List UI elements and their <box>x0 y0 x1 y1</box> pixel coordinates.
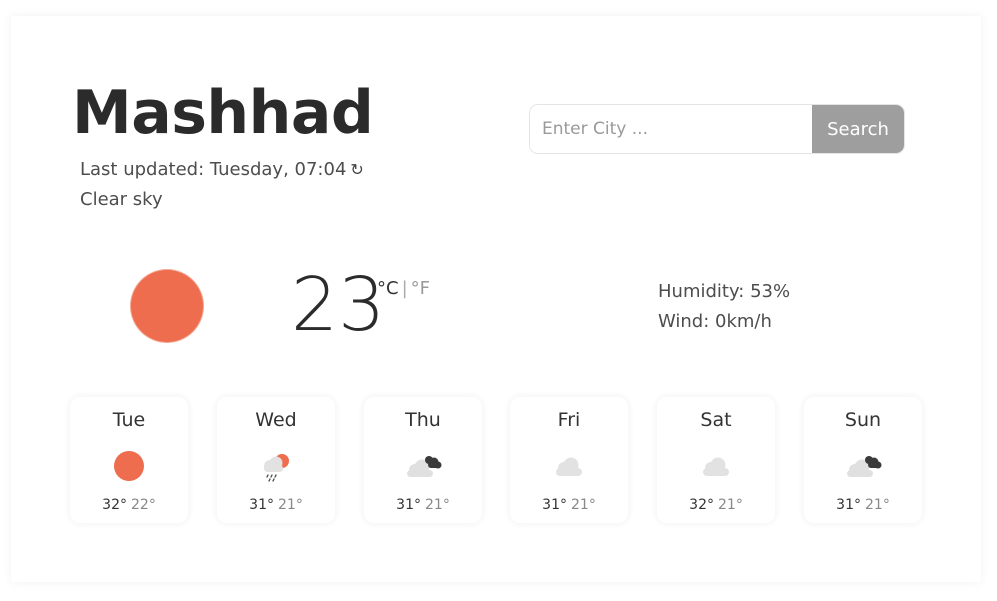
search-form: Search <box>529 104 905 154</box>
forecast-high: 31° <box>542 497 567 513</box>
cloud-icon <box>703 457 729 476</box>
city-name: Mashhad <box>72 78 374 148</box>
forecast-low: 21° <box>865 497 890 513</box>
forecast-high: 31° <box>396 497 421 513</box>
forecast-day: Tue 32° 22° <box>70 397 188 523</box>
weather-stats: Humidity: 53% Wind: 0km/h <box>658 281 790 341</box>
forecast-list: Tue 32° 22° Wed 31° 21° Thu 31° 21° Fri … <box>70 397 930 525</box>
forecast-low: 21° <box>571 497 596 513</box>
rain-sun-icon <box>264 454 289 482</box>
search-button[interactable]: Search <box>812 105 904 153</box>
forecast-day: Fri 31° 21° <box>510 397 628 523</box>
forecast-temps: 31° 21° <box>804 497 922 513</box>
forecast-day-name: Sat <box>700 409 732 431</box>
sun-icon <box>114 451 144 481</box>
forecast-temps: 32° 21° <box>657 497 775 513</box>
fahrenheit-link[interactable]: °F <box>411 278 430 299</box>
forecast-day-name: Wed <box>255 409 297 431</box>
forecast-day: Thu 31° 21° <box>364 397 482 523</box>
forecast-day-name: Fri <box>557 409 581 431</box>
forecast-temps: 31° 21° <box>510 497 628 513</box>
forecast-low: 22° <box>131 497 156 513</box>
wind: Wind: 0km/h <box>658 311 772 332</box>
forecast-day: Sat 32° 21° <box>657 397 775 523</box>
last-updated-text: Last updated: Tuesday, 07:04 <box>80 159 347 180</box>
forecast-high: 31° <box>249 497 274 513</box>
forecast-low: 21° <box>425 497 450 513</box>
forecast-day-name: Tue <box>112 409 146 431</box>
cloud-icon <box>556 457 582 476</box>
broken-clouds-icon <box>407 456 442 477</box>
unit-separator: | <box>401 278 408 299</box>
last-updated: Last updated: Tuesday, 07:04 ↻ <box>80 159 364 180</box>
forecast-temps: 32° 22° <box>70 497 188 513</box>
forecast-high: 32° <box>102 497 127 513</box>
forecast-temps: 31° 21° <box>364 497 482 513</box>
weather-card: Mashhad Last updated: Tuesday, 07:04 ↻ Cl… <box>11 16 981 582</box>
forecast-low: 21° <box>278 497 303 513</box>
sun-icon <box>131 270 203 342</box>
forecast-temps: 31° 21° <box>217 497 335 513</box>
unit-toggle: °C | °F <box>377 278 430 299</box>
forecast-low: 21° <box>718 497 743 513</box>
celsius-link[interactable]: °C <box>377 278 399 299</box>
forecast-day: Sun 31° 21° <box>804 397 922 523</box>
current-temperature: 23 <box>291 262 386 348</box>
humidity: Humidity: 53% <box>658 281 791 302</box>
forecast-day: Wed 31° 21° <box>217 397 335 523</box>
city-search-input[interactable] <box>530 105 812 153</box>
broken-clouds-icon <box>847 456 882 477</box>
forecast-high: 31° <box>836 497 861 513</box>
weather-description: Clear sky <box>80 189 163 210</box>
forecast-high: 32° <box>689 497 714 513</box>
forecast-day-name: Sun <box>844 409 882 431</box>
refresh-icon[interactable]: ↻ <box>350 160 363 179</box>
forecast-day-name: Thu <box>405 409 441 431</box>
